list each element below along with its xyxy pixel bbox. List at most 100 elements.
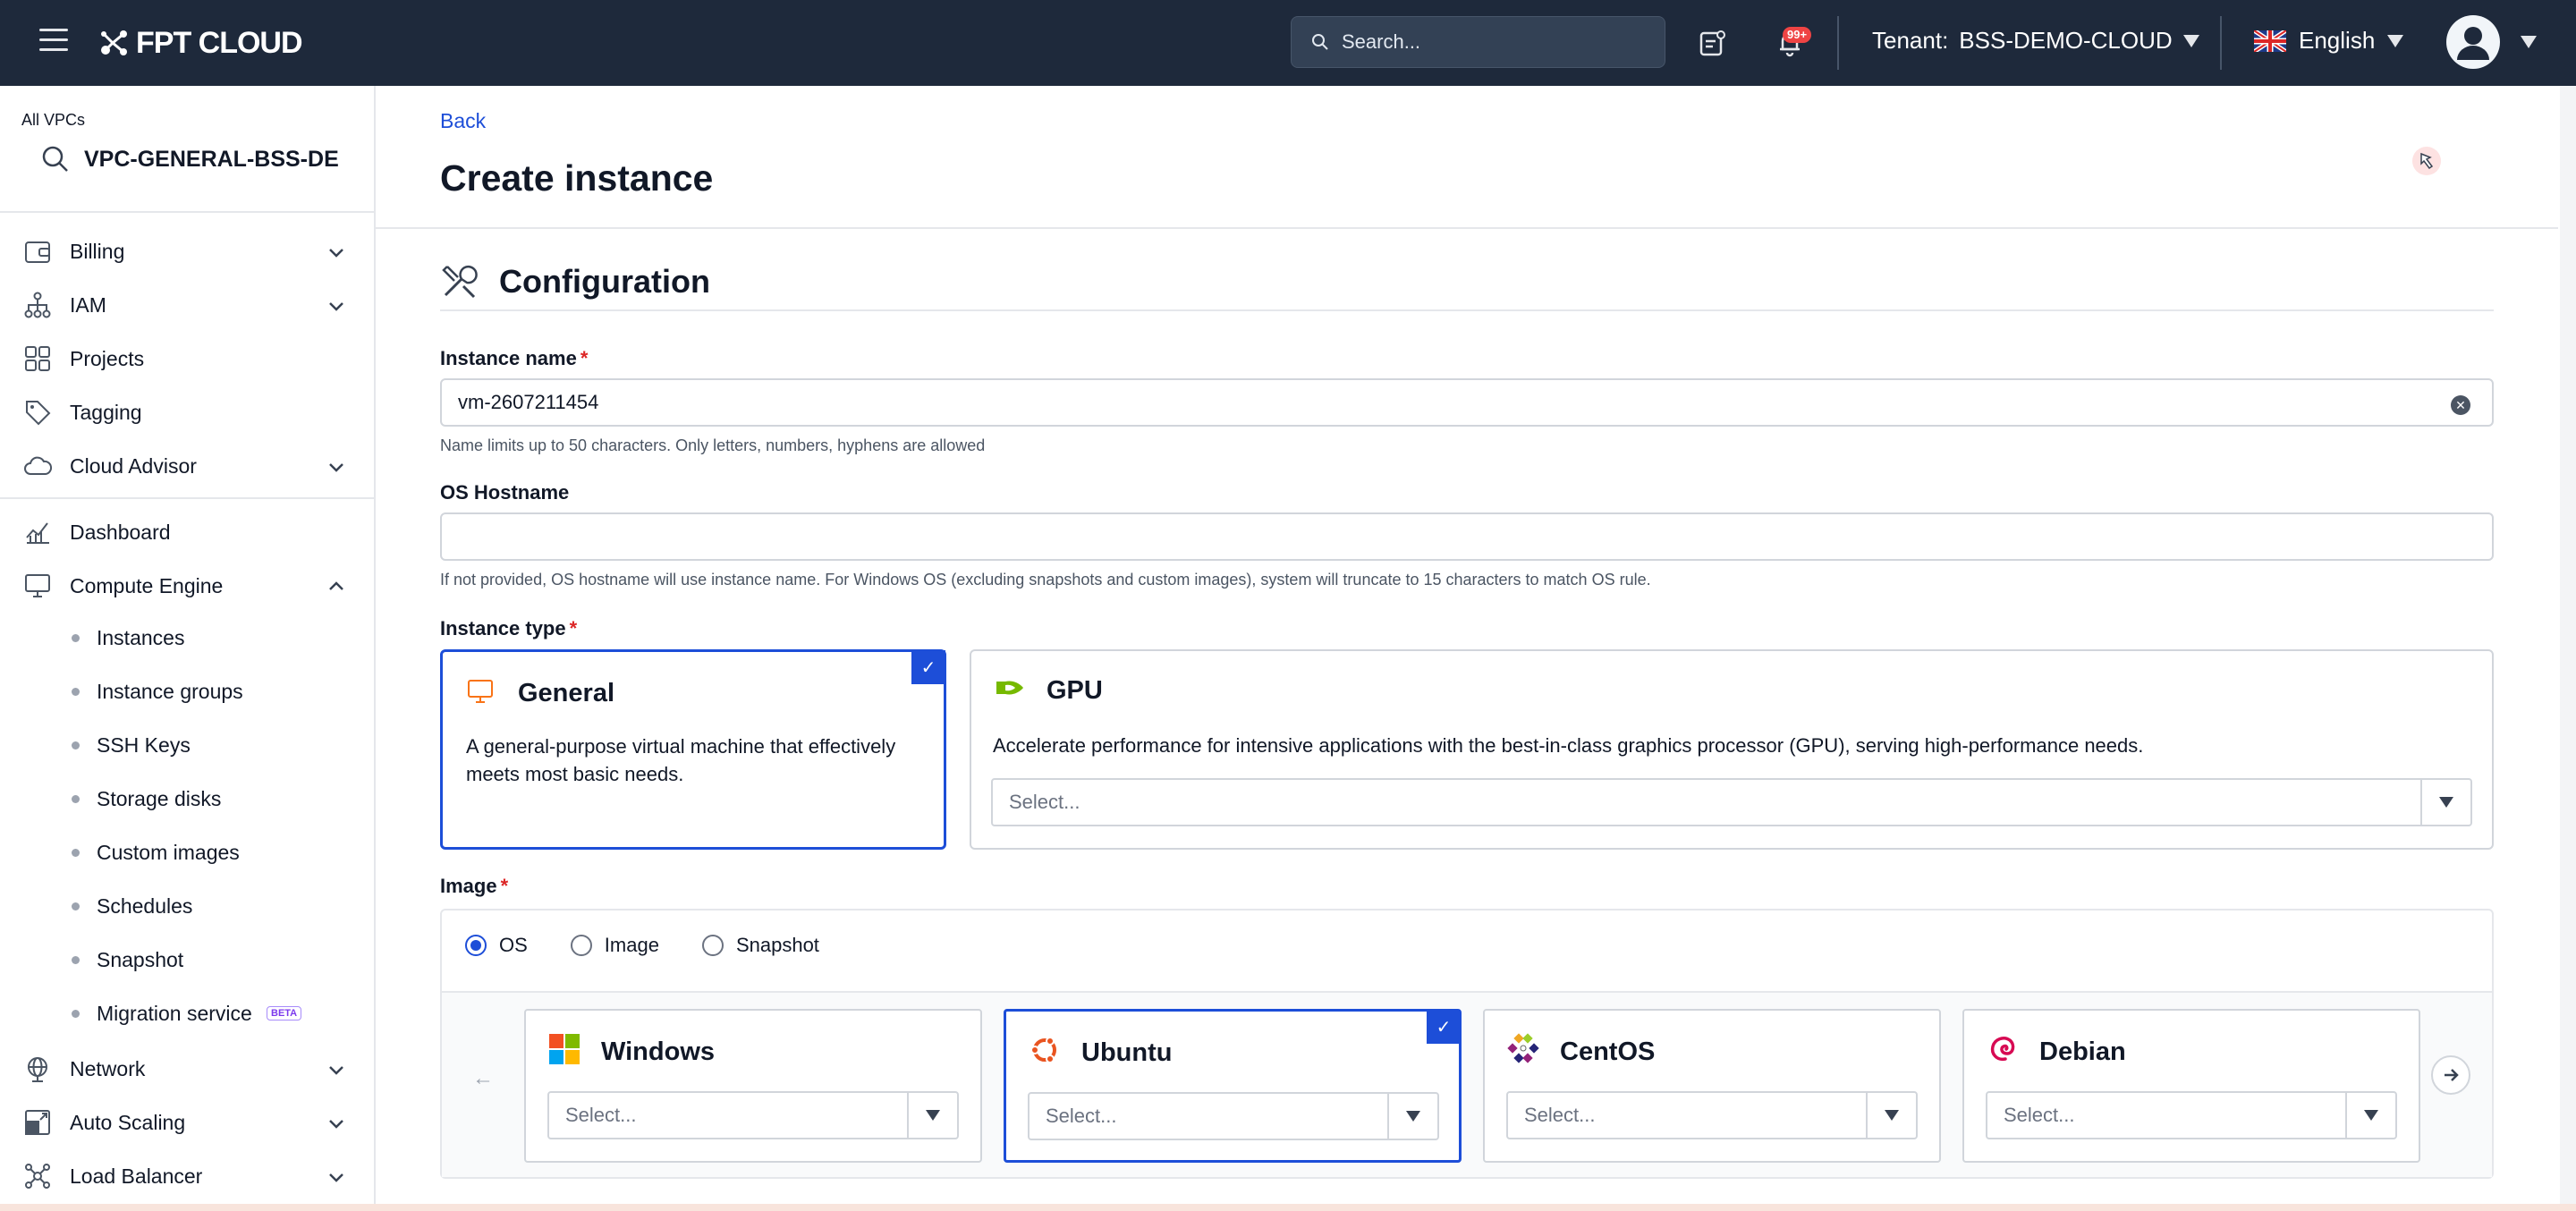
check-icon: ✓ [911, 650, 945, 684]
wallet-icon [25, 241, 50, 263]
select-placeholder: Select... [1046, 1105, 1117, 1127]
tag-icon [26, 401, 51, 426]
sidebar-item-auto-scaling[interactable]: Auto Scaling [0, 1100, 374, 1145]
topbar-divider [1837, 16, 1839, 70]
sidebar-item-network[interactable]: Network [0, 1046, 374, 1091]
bullet-dot [72, 848, 80, 857]
clipboard-icon [1699, 30, 1725, 56]
globe-icon [28, 1057, 47, 1082]
bullet-dot [72, 633, 80, 642]
radio-circle[interactable] [570, 935, 592, 956]
os-card-windows[interactable]: Windows Select... [524, 1009, 982, 1163]
brand-name: FPT CLOUD [136, 25, 303, 60]
sidebar-item-compute-engine[interactable]: Compute Engine [0, 563, 374, 608]
bullet-dot [72, 955, 80, 964]
tasks-button[interactable] [1695, 25, 1731, 61]
sidebar-subitem-storage-disks[interactable]: Storage disks [0, 778, 374, 819]
user-menu-caret-icon[interactable] [2521, 36, 2537, 48]
menu-icon[interactable] [39, 29, 68, 54]
instance-name-input[interactable] [440, 378, 2494, 427]
sidebar-subitem-custom-images[interactable]: Custom images [0, 832, 374, 873]
search-input[interactable] [1342, 30, 1628, 54]
required-marker: * [569, 617, 578, 639]
sidebar-item-label: Cloud Advisor [70, 453, 197, 478]
chevron-down-icon [329, 302, 343, 311]
sidebar-item-label: IAM [70, 292, 106, 317]
instance-type-general-card[interactable]: ✓ General A general-purpose virtual mach… [440, 649, 946, 850]
os-card-centos[interactable]: CentOS Select... [1483, 1009, 1941, 1163]
chevron-down-icon [329, 1173, 343, 1182]
sidebar-item-tagging[interactable]: Tagging [0, 390, 374, 435]
bullet-dot [72, 741, 80, 749]
chart-icon [26, 522, 49, 544]
topbar-divider [2220, 16, 2222, 70]
sidebar-subitem-label: Snapshot [97, 947, 184, 971]
nvidia-icon [996, 681, 1023, 695]
radio-label: OS [499, 934, 528, 956]
sidebar-item-billing[interactable]: Billing [0, 229, 374, 274]
select-placeholder: Select... [1524, 1104, 1596, 1126]
ubuntu-version-select[interactable]: Select... [1028, 1092, 1439, 1140]
os-hostname-input[interactable] [440, 512, 2494, 561]
notification-badge: 99+ [1783, 27, 1812, 43]
hierarchy-icon [24, 292, 51, 318]
sidebar-subitem-ssh-keys[interactable]: SSH Keys [0, 724, 374, 766]
page-scrollbar[interactable] [2560, 86, 2576, 1211]
vpc-label: All VPCs [21, 111, 86, 129]
sidebar-subitem-instance-groups[interactable]: Instance groups [0, 671, 374, 712]
image-panel: OS Image Snapshot ← Windows Select... ✓ … [440, 909, 2494, 1179]
gpu-card-description: Accelerate performance for intensive app… [993, 734, 2144, 757]
bullet-dot [72, 687, 80, 696]
sidebar-subitem-schedules[interactable]: Schedules [0, 885, 374, 927]
cloud-icon [24, 456, 52, 475]
debian-version-select[interactable]: Select... [1986, 1091, 2397, 1139]
select-toggle[interactable] [2345, 1093, 2395, 1138]
tenant-selector[interactable]: Tenant: BSS-DEMO-CLOUD [1872, 27, 2199, 55]
radio-circle[interactable] [701, 935, 724, 956]
sidebar-item-dashboard[interactable]: Dashboard [0, 510, 374, 555]
brand-logo[interactable]: FPT CLOUD [97, 25, 303, 61]
instance-name-label: Instance name * [440, 347, 588, 370]
sidebar-subitem-instances[interactable]: Instances [0, 617, 374, 658]
radio-snapshot[interactable]: Snapshot [701, 934, 819, 957]
sidebar-item-cloud-advisor[interactable]: Cloud Advisor [0, 444, 374, 488]
radio-circle[interactable] [465, 935, 487, 956]
top-bar: FPT CLOUD 99+ Tenant: BSS-DEMO-CLOUD [0, 0, 2576, 86]
vpc-selector[interactable]: VPC-GENERAL-BSS-DE [41, 145, 339, 174]
sidebar-item-load-balancer[interactable]: Load Balancer [0, 1154, 374, 1198]
sidebar-item-iam[interactable]: IAM [0, 283, 374, 327]
sidebar-divider [0, 497, 374, 499]
select-toggle[interactable] [2420, 780, 2470, 825]
windows-version-select[interactable]: Select... [547, 1091, 959, 1139]
sidebar-subitem-label: Instance groups [97, 679, 243, 703]
arrow-left-icon[interactable]: ← [472, 1066, 494, 1091]
gpu-select[interactable]: Select... [991, 778, 2472, 826]
clear-input-icon[interactable]: ✕ [2451, 395, 2470, 415]
caret-down-icon [2364, 1110, 2378, 1121]
instance-type-gpu-card[interactable]: GPU Accelerate performance for intensive… [970, 649, 2494, 850]
select-toggle[interactable] [907, 1093, 957, 1138]
radio-os[interactable]: OS [465, 934, 528, 957]
caret-down-icon [1406, 1111, 1420, 1122]
os-card-ubuntu[interactable]: ✓ Ubuntu Select... [1004, 1009, 1462, 1163]
centos-version-select[interactable]: Select... [1506, 1091, 1918, 1139]
os-card-debian[interactable]: Debian Select... [1962, 1009, 2420, 1163]
arrow-right-button[interactable] [2431, 1055, 2470, 1095]
field-label-text: Instance name [440, 347, 577, 369]
sidebar-subitem-migration-service[interactable]: Migration service BETA [0, 993, 374, 1034]
global-search[interactable] [1291, 16, 1665, 68]
select-toggle[interactable] [1866, 1093, 1916, 1138]
os-hostname-label: OS Hostname [440, 481, 570, 504]
debian-icon [1990, 1037, 2015, 1062]
image-source-radios: OS Image Snapshot [465, 934, 819, 957]
select-placeholder: Select... [2004, 1104, 2075, 1126]
radio-image[interactable]: Image [570, 934, 659, 957]
gpu-card-title: GPU [1046, 676, 1103, 705]
sidebar-item-projects[interactable]: Projects [0, 336, 374, 381]
radio-label: Snapshot [735, 934, 819, 956]
language-selector[interactable]: English [2254, 27, 2404, 55]
select-toggle[interactable] [1387, 1094, 1437, 1139]
sidebar-subitem-snapshot[interactable]: Snapshot [0, 939, 374, 980]
user-avatar[interactable] [2446, 15, 2500, 69]
back-link[interactable]: Back [440, 109, 486, 133]
